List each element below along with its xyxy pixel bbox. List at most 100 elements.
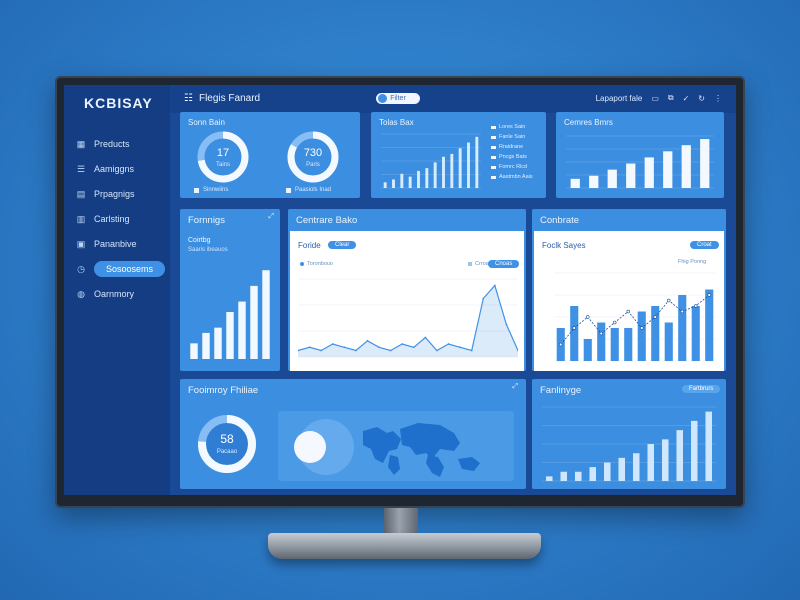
data-point — [447, 343, 450, 345]
data-point — [493, 284, 496, 287]
sidebar-item-oarnmory[interactable]: ◍ Oarnmory — [74, 281, 170, 306]
bar-chart — [566, 135, 714, 189]
ring1-caption: Tains — [215, 162, 230, 168]
bar — [190, 343, 198, 359]
ring1-legend: Sinnwiins — [194, 187, 228, 193]
calendar-icon: ▣ — [76, 238, 86, 249]
page-title-text: Flegis Fanard — [198, 93, 261, 104]
filter-pill[interactable]: Fartbrurs — [682, 385, 721, 393]
legend-swatch — [491, 145, 496, 149]
legend-swatch — [491, 175, 496, 179]
sidebar-item-label: Oarnmory — [94, 288, 135, 299]
bar — [664, 322, 673, 361]
bar — [705, 411, 713, 481]
map-panel[interactable] — [278, 411, 514, 481]
toggle-label: Filter — [390, 95, 406, 102]
bar — [226, 312, 234, 359]
check-icon[interactable]: ✓ — [683, 94, 690, 103]
filter-pill-2[interactable]: Cnoas — [488, 260, 520, 268]
card-title: Fooimroy Fhiliae — [188, 385, 259, 396]
legend-label: Pncgs Bats — [499, 154, 527, 160]
data-point — [694, 304, 698, 308]
filter-pill[interactable]: Clear — [328, 241, 357, 249]
data-point — [389, 349, 392, 352]
sidebar-item-label: Prpagnigs — [94, 188, 135, 199]
legend-label: Rraidrane — [499, 144, 524, 150]
legend-swatch — [491, 165, 496, 169]
line-chart — [298, 278, 518, 358]
filter-pill[interactable]: Croat — [690, 241, 719, 249]
bar — [661, 439, 669, 481]
bar — [262, 270, 270, 359]
panel-title: Foclk Sayes — [542, 241, 586, 250]
ring3-caption: Pacaao — [216, 449, 238, 455]
expand-icon[interactable]: ⤢ — [268, 213, 274, 221]
bar — [433, 162, 437, 188]
chart-icon: ▥ — [76, 213, 86, 224]
bar — [545, 476, 553, 481]
bar — [214, 327, 222, 359]
menu-icon[interactable]: ☷ — [184, 93, 193, 104]
bar — [400, 173, 404, 188]
bar — [618, 457, 626, 481]
ring3-value: 58 — [220, 432, 234, 446]
sidebar-item-pananbive[interactable]: ▣ Pananbive — [74, 231, 170, 256]
top-bar: ☷ Flegis Fanard Filter Lapaport fale ▭ ⧉… — [170, 85, 736, 113]
bar — [250, 285, 258, 359]
data-point — [424, 336, 427, 339]
ring2-legend: Paasiols Inad — [286, 187, 331, 193]
sidebar: KCBISAY ▦ Preducts ☰ Aamiggns ▤ Prpagnig… — [64, 85, 170, 495]
legend-label: Fhig Ponng — [678, 259, 707, 265]
legend-label: Fanle Sain — [499, 134, 526, 140]
bar — [691, 306, 700, 361]
bar — [467, 142, 470, 188]
sidebar-item-carlsting[interactable]: ▥ Carlsting — [74, 206, 170, 231]
expand-icon[interactable]: ⤢ — [512, 383, 518, 391]
bar — [637, 311, 646, 361]
forecast-card: Fornnigs ⤢ Coirtbg Saaris ibeauos — [180, 209, 280, 371]
bar — [700, 139, 710, 188]
bottom-bars-card: Fanlinyge Fartbrurs — [532, 379, 726, 489]
grouped-bar-chart — [554, 272, 716, 362]
bar — [676, 430, 684, 481]
bar — [626, 163, 636, 188]
sidebar-item-products[interactable]: ▦ Preducts — [74, 131, 170, 156]
calendar-icon[interactable]: ▭ — [651, 94, 659, 103]
sidebar-item-label: Pananbive — [94, 238, 137, 249]
bar — [425, 168, 429, 188]
bar — [560, 471, 568, 481]
legend-swatch — [194, 187, 199, 193]
bar — [705, 289, 714, 361]
legend-item: Fanle Sain — [491, 132, 543, 142]
line-chart-card: Centrare Bako Foride Clear Toronbouo Crr… — [288, 209, 526, 371]
legend-item: Pncgs Bats — [491, 152, 543, 162]
brand-logo: KCBISAY — [84, 95, 153, 111]
data-point — [559, 342, 563, 347]
sidebar-item-sosoosems[interactable]: ◷ Sosoosems — [74, 256, 170, 281]
layers-icon: ▤ — [76, 188, 86, 199]
more-icon[interactable]: ⋮ — [714, 94, 722, 103]
filter-toggle[interactable]: Filter — [376, 93, 420, 104]
data-point — [680, 309, 684, 314]
refresh-icon[interactable]: ↻ — [698, 94, 705, 103]
card-title: Centrare Bako — [296, 215, 358, 226]
bar — [632, 453, 640, 481]
share-icon[interactable]: ⧉ — [668, 93, 674, 103]
bar — [624, 328, 633, 361]
bar — [589, 175, 599, 188]
bar — [651, 306, 660, 361]
sidebar-nav: ▦ Preducts ☰ Aamiggns ▤ Prpagnigs ▥ Carl… — [74, 131, 170, 306]
data-point — [613, 320, 617, 325]
monitor-screen: KCBISAY ▦ Preducts ☰ Aamiggns ▤ Prpagnig… — [64, 85, 736, 495]
bar — [417, 170, 420, 188]
geo-card: Fooimroy Fhiliae ⤢ 58 Pacaao — [180, 379, 526, 489]
report-link[interactable]: Lapaport fale — [596, 94, 643, 103]
sidebar-item-prpagnigs[interactable]: ▤ Prpagnigs — [74, 181, 170, 206]
data-point — [482, 297, 485, 300]
data-point — [586, 315, 590, 319]
ring2-value: 730 — [303, 147, 323, 159]
legend-swatch — [491, 125, 496, 129]
bar — [574, 471, 582, 481]
sidebar-item-aamiggns[interactable]: ☰ Aamiggns — [74, 156, 170, 181]
line-series — [560, 294, 710, 345]
